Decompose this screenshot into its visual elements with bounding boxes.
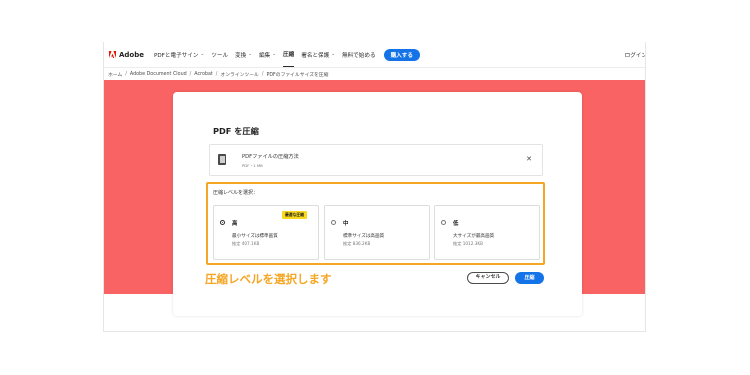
buy-button[interactable]: 購入する [383, 48, 420, 61]
option-name: 低 [453, 221, 459, 227]
option-estimate: 推定 836.2KB [343, 241, 371, 246]
compression-level-label: 圧縮レベルを選択： [213, 190, 259, 196]
chevron-down-icon: ⌄ [248, 52, 253, 57]
adobe-wordmark: Adobe [119, 50, 144, 59]
nav-item-convert[interactable]: 変換 ⌄ [235, 42, 252, 67]
nav-item-compress[interactable]: 圧縮 [283, 42, 295, 67]
compression-level-group: 圧縮レベルを選択： 最適な圧縮 高 最小サイズは標準画質 推定 407.1KB … [206, 182, 545, 265]
dialog-title: PDF を圧縮 [213, 126, 259, 136]
file-meta: PDF・1 MB [242, 163, 263, 168]
breadcrumb-item-online-tools[interactable]: オンラインツール [220, 71, 258, 78]
nav-item-label: 署名と保護 [301, 52, 330, 59]
chevron-down-icon: ⌄ [200, 52, 205, 57]
cancel-button[interactable]: キャンセル [467, 272, 509, 284]
pdf-file-icon [218, 154, 226, 165]
nav-item-label: 無料で始める [341, 52, 376, 59]
close-icon[interactable]: ✕ [526, 155, 532, 163]
breadcrumb-item-acrobat[interactable]: Acrobat [194, 72, 213, 77]
nav-item-label: PDFと電子サイン [154, 52, 199, 59]
file-name: PDFファイルの圧縮方法 [242, 154, 299, 160]
radio-button-selected[interactable] [220, 220, 225, 225]
nav-item-label: 圧縮 [283, 52, 295, 58]
nav-item-tools[interactable]: ツール [211, 42, 228, 67]
breadcrumb-separator: / [261, 71, 264, 77]
compress-button[interactable]: 圧縮 [515, 272, 544, 284]
option-medium[interactable]: 中 標準サイズは高画質 推定 836.2KB [324, 205, 430, 260]
breadcrumb: ホーム / Adobe Document Cloud / Acrobat / オ… [104, 67, 645, 80]
login-link[interactable]: ログイン [625, 51, 645, 59]
nav-item-label: ツール [211, 52, 229, 59]
adobe-logo[interactable]: Adobe [109, 51, 144, 59]
nav-item-free-start[interactable]: 無料で始める [342, 42, 376, 67]
compress-dialog: PDF を圧縮 PDFファイルの圧縮方法 PDF・1 MB ✕ 圧縮レベルを選択… [173, 92, 582, 316]
radio-button[interactable] [331, 220, 336, 225]
nav-item-sign-protect[interactable]: 署名と保護 ⌄ [301, 42, 335, 67]
browser-page: Adobe PDFと電子サイン ⌄ ツール 変換 ⌄ 編集 ⌄ 圧縮 署名と保護… [103, 42, 646, 332]
option-name: 中 [343, 221, 349, 227]
nav-item-label: 編集 [259, 52, 271, 59]
option-high[interactable]: 最適な圧縮 高 最小サイズは標準画質 推定 407.1KB [213, 205, 319, 260]
instruction-annotation: 圧縮レベルを選択します [205, 272, 332, 286]
best-compression-badge: 最適な圧縮 [282, 211, 307, 219]
nav-item-label: 変換 [235, 52, 247, 59]
breadcrumb-item-home[interactable]: ホーム [108, 71, 122, 78]
breadcrumb-item-current: PDFのファイルサイズを圧縮 [266, 72, 329, 78]
file-card: PDFファイルの圧縮方法 PDF・1 MB ✕ [209, 144, 543, 176]
top-nav: Adobe PDFと電子サイン ⌄ ツール 変換 ⌄ 編集 ⌄ 圧縮 署名と保護… [104, 42, 645, 67]
option-description: 最小サイズは標準画質 [232, 234, 278, 239]
option-estimate: 推定 407.1KB [232, 241, 260, 246]
breadcrumb-item-document-cloud[interactable]: Adobe Document Cloud [130, 72, 187, 77]
radio-button[interactable] [441, 220, 446, 225]
nav-item-pdf-esign[interactable]: PDFと電子サイン ⌄ [154, 42, 204, 67]
option-description: 標準サイズは高画質 [343, 234, 385, 239]
option-description: 大サイズが最高画質 [453, 234, 495, 239]
option-name: 高 [232, 221, 238, 227]
chevron-down-icon: ⌄ [272, 52, 277, 57]
nav-item-edit[interactable]: 編集 ⌄ [259, 42, 276, 67]
option-low[interactable]: 低 大サイズが最高画質 推定 1012.3KB [434, 205, 540, 260]
breadcrumb-separator: / [125, 71, 127, 77]
breadcrumb-separator: / [189, 71, 192, 77]
option-estimate: 推定 1012.3KB [453, 241, 483, 246]
breadcrumb-separator: / [215, 71, 218, 77]
adobe-logo-icon [109, 51, 116, 58]
chevron-down-icon: ⌄ [331, 52, 335, 57]
